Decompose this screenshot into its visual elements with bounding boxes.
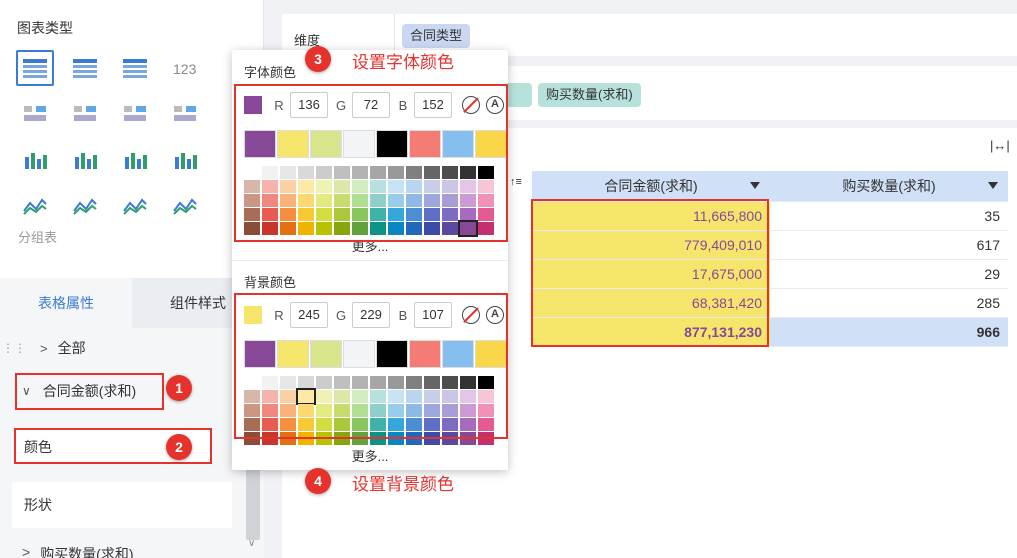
contract-amount-highlight-box [15, 373, 164, 410]
step-badge-4: 4 [305, 468, 331, 494]
grouped-column-icon[interactable] [66, 142, 104, 178]
stacked-bar-icon[interactable] [116, 142, 154, 178]
chart-group-label: 分组表 [18, 230, 58, 245]
step-badge-3: 3 [305, 46, 331, 72]
chart-type-title: 图表类型 [17, 20, 73, 36]
area-chart-icon[interactable] [16, 188, 54, 224]
prop-purchase-qty-row[interactable]: > 购买数量(求和) [10, 544, 232, 558]
prop-all-row[interactable]: ⋮⋮ > 全部 [0, 335, 240, 361]
col-header-amount[interactable]: 合同金额(求和) [532, 171, 770, 202]
prop-purchase-qty-label: 购买数量(求和) [40, 546, 134, 558]
step3-callout: 设置字体颜色 [352, 53, 454, 72]
drag-handle-icon[interactable]: ⋮⋮ [2, 341, 26, 355]
trend-chart-icon[interactable] [166, 188, 204, 224]
sort-icon[interactable]: ↑≡ [510, 176, 522, 188]
tab-table-properties[interactable]: 表格属性 [0, 278, 132, 328]
column-chart-icon[interactable] [16, 142, 54, 178]
bg-color-title: 背景颜色 [244, 275, 297, 290]
fit-width-icon[interactable]: |↔| [990, 138, 1010, 153]
step-badge-2: 2 [166, 434, 192, 460]
dimension-pill[interactable]: 合同类型 [402, 24, 471, 48]
property-tabs: 表格属性 组件样式 [0, 278, 264, 328]
font-color-highlight-box [234, 84, 508, 242]
qty-cell: 29 [770, 259, 1008, 289]
prop-all-label: 全部 [57, 340, 86, 356]
chevron-right-icon: > [22, 544, 31, 558]
dot-list-icon[interactable] [66, 96, 104, 132]
map-icon[interactable] [116, 96, 154, 132]
qty-cell: 617 [770, 230, 1008, 260]
line-chart-icon[interactable] [66, 188, 104, 224]
table-icon[interactable] [16, 50, 54, 86]
cross-table-icon[interactable] [66, 50, 104, 86]
chevron-right-icon: > [40, 340, 48, 356]
qty-cell: 966 [770, 317, 1008, 347]
svg-text:123: 123 [173, 61, 197, 77]
step-badge-1: 1 [166, 375, 192, 401]
font-color-title: 字体颜色 [244, 65, 297, 80]
step-bar-icon[interactable] [166, 142, 204, 178]
number-123-icon[interactable]: 123 [166, 50, 204, 86]
table-values-highlight-box [531, 199, 769, 347]
popup-divider [232, 260, 508, 261]
col-header-qty[interactable]: 购买数量(求和) [770, 171, 1008, 202]
prop-shape-label: 形状 [24, 497, 52, 513]
qty-cell: 285 [770, 288, 1008, 318]
prop-shape-row[interactable]: 形状 [12, 482, 232, 528]
kpi-icon[interactable] [16, 96, 54, 132]
dropdown-triangle-icon[interactable] [750, 182, 760, 189]
radar-chart-icon[interactable] [116, 188, 154, 224]
detail-table-icon[interactable] [116, 50, 154, 86]
scroll-down-icon[interactable]: ∨ [248, 538, 255, 549]
bar-vertical-icon[interactable] [166, 96, 204, 132]
bg-color-highlight-box [234, 293, 508, 439]
step4-callout: 设置背景颜色 [352, 475, 454, 494]
dropdown-triangle-icon[interactable] [988, 182, 998, 189]
indicator-pill[interactable]: 购买数量(求和) [538, 83, 641, 107]
qty-cell: 35 [770, 201, 1008, 231]
bg-more-link[interactable]: 更多... [232, 446, 508, 465]
